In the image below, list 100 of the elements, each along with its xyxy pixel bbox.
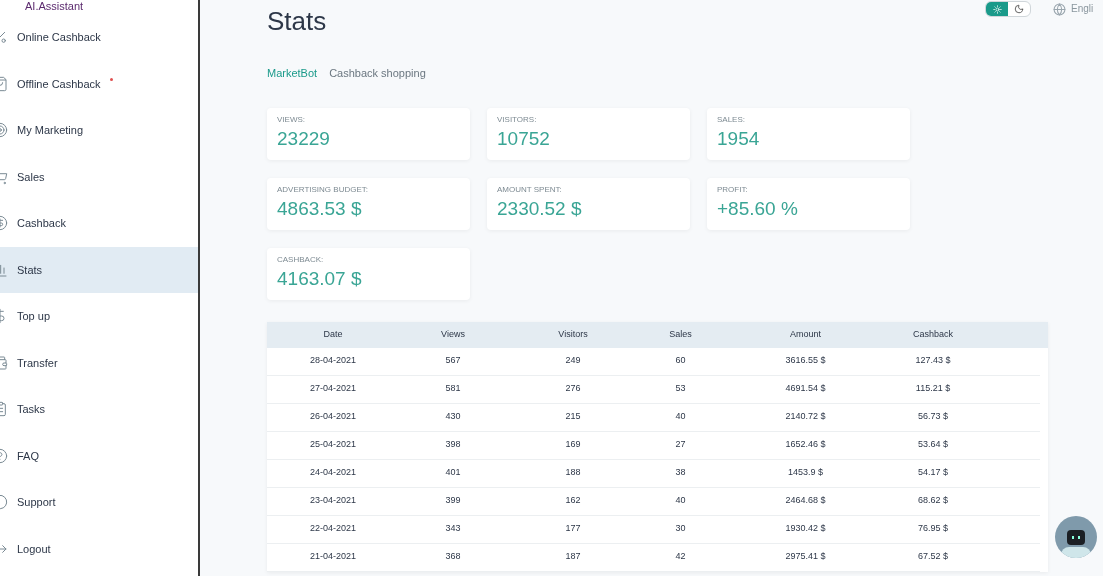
sidebar-item[interactable]: Cashback xyxy=(0,200,198,247)
table-cell-text: 42 xyxy=(674,550,687,564)
stat-label: VISITORS: xyxy=(497,113,538,126)
table-cell-text: 76.95 $ xyxy=(917,522,949,536)
sidebar-label: Top up xyxy=(17,309,51,324)
sidebar-item[interactable]: Top up xyxy=(0,293,198,340)
sidebar-item[interactable]: Support xyxy=(0,479,198,526)
stat-value: 4163.07 $ xyxy=(277,266,363,291)
stat-value: 1954 xyxy=(717,126,761,151)
sidebar-label: Online Cashback xyxy=(17,30,101,45)
table-cell-text: 1930.42 $ xyxy=(784,522,827,536)
table-cell-text: 567 xyxy=(444,354,462,368)
table-cell-text: 276 xyxy=(564,382,582,396)
table-cell-text: 38 xyxy=(674,466,687,480)
stat-value: +85.60 % xyxy=(717,196,799,221)
sidebar-label: Transfer xyxy=(17,355,58,371)
stat-value: 10752 xyxy=(497,126,551,151)
sidebar-item[interactable]: Stats xyxy=(0,246,198,293)
table-cell-text: 581 xyxy=(444,382,462,396)
table-cell-text: 53 xyxy=(674,382,687,396)
table-cell-text: 115.21 $ xyxy=(914,382,952,396)
sidebar-item[interactable]: Transfer xyxy=(0,339,198,386)
column-header: Date xyxy=(322,327,344,341)
table-cell-text: 187 xyxy=(564,550,582,564)
column-header: Cashback xyxy=(912,327,954,341)
table-cell-text: 368 xyxy=(444,550,462,564)
table-cell-text: 27 xyxy=(674,438,687,452)
theme-toggle[interactable] xyxy=(985,1,1031,17)
sidebar-label: Logout xyxy=(17,541,51,557)
stat-value: 4863.53 $ xyxy=(277,196,363,221)
table-cell-text: 430 xyxy=(444,410,462,424)
table-cell-text: 215 xyxy=(564,410,582,424)
sidebar-item[interactable]: Online Cashback xyxy=(0,14,198,61)
table-cell-text: 398 xyxy=(444,438,462,452)
table-cell-text: 30 xyxy=(674,522,687,536)
sun-icon xyxy=(992,4,1002,14)
table-cell-text: 26-04-2021 xyxy=(308,410,357,424)
stat-value: 23229 xyxy=(277,126,331,151)
sidebar-item[interactable]: Offline Cashback xyxy=(0,60,198,107)
table-cell-text: 2975.41 $ xyxy=(784,550,827,564)
sidebar-item[interactable]: FAQ xyxy=(0,432,198,479)
stat-label: PROFIT: xyxy=(717,183,749,196)
sidebar-item[interactable]: Logout xyxy=(0,525,198,572)
table-cell-text: 24-04-2021 xyxy=(308,466,357,480)
moon-icon xyxy=(1014,4,1024,14)
table-cell-text: 2140.72 $ xyxy=(784,410,827,424)
table-cell-text: 2464.68 $ xyxy=(784,494,827,508)
table-cell-text: 56.73 $ xyxy=(917,410,949,424)
globe-icon xyxy=(1053,2,1066,16)
table-cell-text: 21-04-2021 xyxy=(308,550,357,564)
stat-label: CASHBACK: xyxy=(277,253,325,266)
table-cell-text: 401 xyxy=(444,466,462,480)
sidebar-label: Support xyxy=(17,495,56,510)
table-cell-text: 60 xyxy=(674,354,687,368)
table-cell-text: 40 xyxy=(674,410,687,424)
table-cell-text: 1453.9 $ xyxy=(786,466,824,480)
sidebar-item[interactable]: My Marketing xyxy=(0,107,198,154)
stat-value: 2330.52 $ xyxy=(497,196,583,221)
table-cell-text: 4691.54 $ xyxy=(784,382,827,396)
table-cell-text: 23-04-2021 xyxy=(308,494,357,508)
sidebar-label: Tasks xyxy=(17,402,46,417)
table-cell-text: 3616.55 $ xyxy=(784,354,827,368)
sidebar-item[interactable]: Tasks xyxy=(0,386,198,433)
stat-label: AMOUNT SPENT: xyxy=(497,183,563,196)
sidebar-label: Offline Cashback xyxy=(17,76,101,92)
table-cell-text: 127.43 $ xyxy=(914,354,952,368)
stat-label: SALES: xyxy=(717,113,746,126)
stat-label: ADVERTISING BUDGET: xyxy=(277,183,369,196)
table-cell-text: 169 xyxy=(564,438,582,452)
column-header: Amount xyxy=(789,327,822,341)
tab[interactable]: Cashback shopping xyxy=(329,65,426,82)
table-cell-text: 343 xyxy=(444,522,462,536)
table-cell-text: 53.64 $ xyxy=(917,438,949,452)
table-cell-text: 27-04-2021 xyxy=(308,382,357,396)
column-header: Views xyxy=(440,327,466,341)
table-cell-text: 40 xyxy=(674,494,687,508)
page-title: Stats xyxy=(267,5,327,38)
sidebar-label: FAQ xyxy=(17,448,39,464)
stat-label: VIEWS: xyxy=(277,113,306,126)
table-cell-text: 67.52 $ xyxy=(917,550,949,564)
table-cell-text: 249 xyxy=(564,354,582,368)
table-cell-text: 1652.46 $ xyxy=(784,438,827,452)
table-cell-text: 54.17 $ xyxy=(917,466,949,480)
table-cell-text: 28-04-2021 xyxy=(308,354,357,368)
brand-name: AI.Assistant xyxy=(24,0,85,13)
table-cell-text: 25-04-2021 xyxy=(308,438,357,452)
sidebar-label: Stats xyxy=(17,262,43,278)
sidebar-label: Sales xyxy=(17,169,45,185)
table-cell-text: 68.62 $ xyxy=(917,494,949,508)
table-cell-text: 177 xyxy=(564,522,582,536)
table-cell-text: 188 xyxy=(564,466,582,480)
assistant-avatar[interactable] xyxy=(1055,516,1097,558)
column-header: Sales xyxy=(668,327,693,341)
column-header: Visitors xyxy=(557,327,589,341)
sidebar-label: My Marketing xyxy=(17,123,84,138)
sidebar-label: Cashback xyxy=(17,216,66,231)
sidebar-item[interactable]: Sales xyxy=(0,153,198,200)
table-cell-text: 399 xyxy=(444,494,462,508)
table-cell-text: 162 xyxy=(564,494,582,508)
table-cell-text: 22-04-2021 xyxy=(308,522,357,536)
